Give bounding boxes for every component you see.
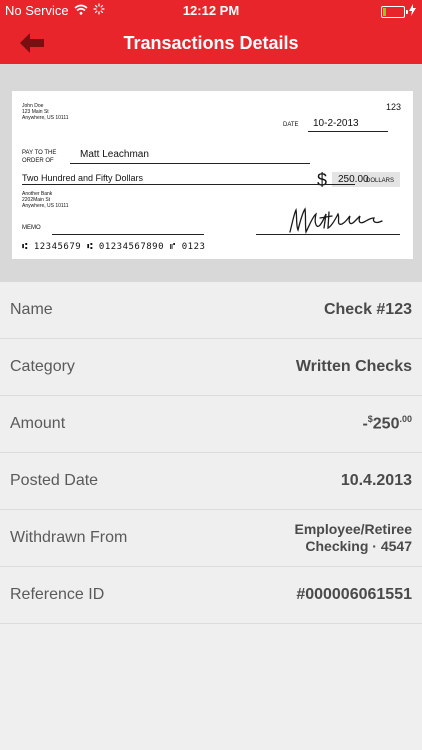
battery-level — [383, 7, 386, 16]
detail-row-amount: Amount -$250.00 — [0, 396, 422, 453]
check-image: John Doe 123 Main St Anywhere, US 10111 … — [12, 91, 413, 259]
payer-block: John Doe 123 Main St Anywhere, US 10111 — [22, 103, 69, 121]
status-bar: No Service 12:12 PM — [0, 0, 422, 22]
date-line — [308, 131, 388, 132]
signature-line — [256, 234, 400, 235]
battery-icon — [381, 5, 408, 18]
payee-line — [70, 163, 310, 164]
amount-whole: 250 — [372, 415, 400, 433]
date-value: 10-2-2013 — [313, 118, 359, 129]
reference-id-label: Reference ID — [10, 586, 105, 603]
posted-date-label: Posted Date — [10, 472, 99, 489]
detail-row-posted-date: Posted Date 10.4.2013 — [0, 453, 422, 510]
status-time: 12:12 PM — [182, 3, 240, 18]
memo-label: MEMO — [22, 225, 41, 231]
detail-row-reference-id: Reference ID #000006061551 — [0, 567, 422, 624]
check-image-area: John Doe 123 Main St Anywhere, US 10111 … — [0, 64, 422, 282]
date-label: DATE — [283, 122, 299, 128]
transaction-details-list: Name Check #123 Category Written Checks … — [0, 282, 422, 624]
withdrawn-from-line2: Checking · 4547 — [305, 538, 412, 554]
category-label: Category — [10, 358, 75, 375]
nav-bar: Transactions Details — [0, 22, 422, 64]
dollar-sign: $ — [317, 170, 328, 190]
payer-address2: Anywhere, US 10111 — [22, 115, 69, 121]
check-number: 123 — [385, 102, 401, 112]
amount-label: Amount — [10, 415, 66, 432]
payee-name: Matt Leachman — [80, 149, 149, 160]
withdrawn-from-value: Employee/Retiree Checking · 4547 — [295, 521, 413, 555]
reference-id-value: #000006061551 — [296, 586, 412, 603]
amount-words-line — [22, 184, 355, 185]
bank-address2: Anywhere, US 10111 — [22, 203, 69, 209]
page-title: Transactions Details — [123, 33, 299, 53]
category-value: Written Checks — [295, 358, 412, 375]
name-value: Check #123 — [323, 301, 412, 318]
pay-to-label-line2: ORDER OF — [22, 158, 54, 164]
detail-row-category: Category Written Checks — [0, 339, 422, 396]
status-right — [381, 4, 416, 19]
amount-value: -$250.00 — [362, 414, 412, 433]
detail-row-name: Name Check #123 — [0, 282, 422, 339]
withdrawn-from-label: Withdrawn From — [10, 529, 128, 546]
pay-to-label-line1: PAY TO THE — [22, 150, 57, 156]
withdrawn-from-line1: Employee/Retiree — [294, 521, 413, 537]
memo-line — [52, 234, 204, 235]
amount-cents: .00 — [399, 414, 412, 425]
posted-date-value: 10.4.2013 — [340, 472, 412, 489]
amount-words: Two Hundred and Fifty Dollars — [22, 173, 144, 183]
bank-block: Another Bank 2202Main St Anywhere, US 10… — [22, 191, 69, 209]
charging-icon — [409, 4, 416, 19]
pay-to-label: PAY TO THE ORDER OF — [22, 149, 56, 165]
dollars-label: DOLLARS — [366, 178, 395, 184]
detail-row-withdrawn-from: Withdrawn From Employee/Retiree Checking… — [0, 510, 422, 567]
micr-line: ⑆ 12345679 ⑆ 01234567890 ⑈ 0123 — [22, 242, 206, 252]
name-label: Name — [10, 301, 53, 318]
